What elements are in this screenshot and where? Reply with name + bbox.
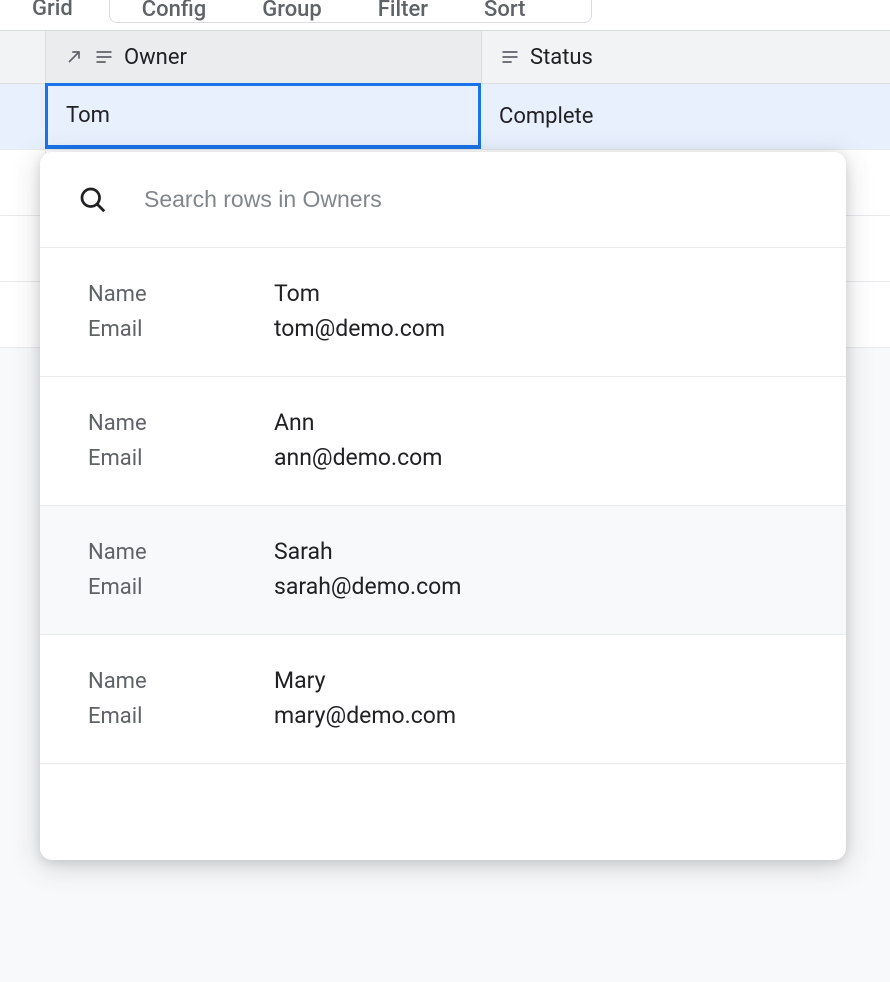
dropdown-search-row [40, 152, 846, 248]
dropdown-footer [40, 764, 846, 860]
text-lines-icon [500, 47, 520, 67]
field-email-value: tom@demo.com [274, 315, 445, 342]
filter-icon [346, 0, 370, 22]
column-status-label: Status [530, 45, 593, 70]
gear-icon [110, 0, 134, 22]
column-header-owner[interactable]: Owner [46, 31, 482, 83]
owner-lookup-dropdown: Name Tom Email tom@demo.com Name Ann Ema… [40, 152, 846, 860]
toolbar-filter-label: Filter [378, 0, 428, 22]
dropdown-option[interactable]: Name Sarah Email sarah@demo.com [40, 506, 846, 635]
dropdown-search-input[interactable] [144, 186, 808, 213]
cell-status[interactable]: Complete [481, 84, 890, 149]
config-button[interactable]: Config [110, 0, 206, 22]
field-name-value: Mary [274, 667, 325, 694]
field-name-label: Name [88, 540, 274, 565]
toolbar-grid-label: Grid [32, 0, 73, 21]
toolbar-config-label: Config [142, 0, 206, 22]
field-name-label: Name [88, 411, 274, 436]
dropdown-option[interactable]: Name Mary Email mary@demo.com [40, 635, 846, 764]
field-name-label: Name [88, 282, 274, 307]
sort-button[interactable]: Sort [452, 0, 525, 22]
more-button[interactable] [549, 0, 573, 22]
dropdown-option[interactable]: Name Tom Email tom@demo.com [40, 248, 846, 377]
link-arrow-icon [64, 47, 84, 67]
cell-owner-value: Tom [66, 103, 110, 128]
field-name-value: Sarah [274, 538, 333, 565]
table-row[interactable]: Tom Complete [0, 84, 890, 150]
database-toolbar: Grid Config Group Filter Sort [0, 0, 890, 28]
group-button[interactable]: Group [230, 0, 322, 22]
row-number-header [0, 31, 46, 83]
field-email-value: mary@demo.com [274, 702, 456, 729]
grid-icon [0, 0, 24, 20]
column-owner-label: Owner [124, 45, 187, 70]
view-grid-button[interactable]: Grid [0, 0, 73, 21]
table-column-headers: Owner Status [0, 30, 890, 84]
field-name-value: Tom [274, 280, 320, 307]
row-handle[interactable] [0, 84, 46, 149]
field-email-label: Email [88, 704, 274, 729]
field-email-value: ann@demo.com [274, 444, 442, 471]
field-email-label: Email [88, 446, 274, 471]
sort-icon [452, 0, 476, 22]
toolbar-group-label: Group [262, 0, 322, 22]
field-name-value: Ann [274, 409, 314, 436]
text-lines-icon [94, 47, 114, 67]
group-icon [230, 0, 254, 22]
up-arrow-icon [549, 0, 573, 22]
field-email-value: sarah@demo.com [274, 573, 461, 600]
cell-status-value: Complete [499, 104, 593, 129]
toolbar-group: Config Group Filter Sort [109, 0, 593, 23]
field-name-label: Name [88, 669, 274, 694]
filter-button[interactable]: Filter [346, 0, 428, 22]
dropdown-option[interactable]: Name Ann Email ann@demo.com [40, 377, 846, 506]
field-email-label: Email [88, 317, 274, 342]
toolbar-sort-label: Sort [484, 0, 525, 22]
field-email-label: Email [88, 575, 274, 600]
search-icon [78, 185, 108, 215]
column-header-status[interactable]: Status [482, 31, 890, 83]
cell-owner[interactable]: Tom [45, 83, 481, 149]
